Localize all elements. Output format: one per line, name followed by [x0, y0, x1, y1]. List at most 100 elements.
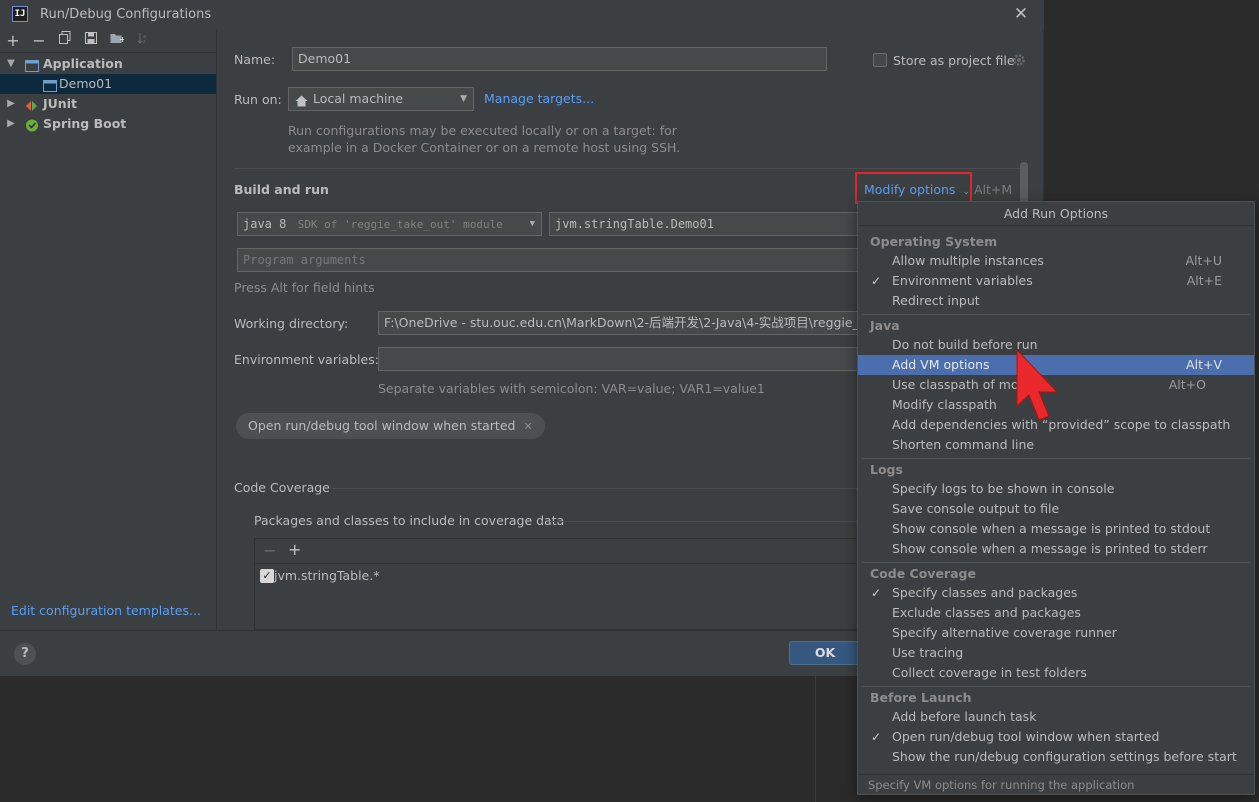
popup-footer-hint: Specify VM options for running the appli… [858, 774, 1254, 795]
option-exclude-classes-packages[interactable]: Exclude classes and packages [858, 603, 1254, 623]
mouse-cursor-icon [1016, 348, 1059, 421]
name-input[interactable]: Demo01 [292, 47, 827, 71]
chevron-right-icon[interactable]: ▶ [5, 94, 17, 114]
program-arguments-input[interactable]: Program arguments [237, 248, 859, 272]
option-add-before-launch-task[interactable]: Add before launch task [858, 707, 1254, 727]
ok-button[interactable]: OK [789, 641, 861, 665]
option-label: Allow multiple instances [892, 253, 1044, 268]
option-specify-classes-packages[interactable]: ✓ Specify classes and packages [858, 583, 1254, 603]
option-show-settings-before-start[interactable]: Show the run/debug configuration setting… [858, 747, 1254, 767]
option-label: Collect coverage in test folders [892, 665, 1087, 680]
option-label: Specify alternative coverage runner [892, 625, 1117, 640]
option-alternative-coverage-runner[interactable]: Specify alternative coverage runner [858, 623, 1254, 643]
config-tree-pane: + − + az ▼ Application Demo01 ▶ JUnit ▶ … [0, 30, 217, 630]
group-header-before-launch: Before Launch [870, 690, 972, 705]
chevron-right-icon[interactable]: ▶ [5, 114, 17, 134]
working-directory-label: Working directory: [234, 316, 349, 331]
chevron-down-icon[interactable]: ▼ [5, 54, 17, 74]
option-label: Open run/debug tool window when started [892, 729, 1160, 744]
option-shortcut: Alt+E [1186, 273, 1222, 288]
save-icon[interactable] [81, 31, 101, 51]
add-icon[interactable]: + [3, 31, 23, 51]
remove-icon[interactable]: − [263, 541, 276, 560]
option-open-tool-window[interactable]: ✓ Open run/debug tool window when starte… [858, 727, 1254, 747]
open-tool-window-chip[interactable]: Open run/debug tool window when started ✕ [236, 413, 545, 439]
checkmark-icon: ✓ [871, 274, 882, 288]
tree-item-demo01[interactable]: Demo01 [0, 74, 216, 94]
add-pattern-icon[interactable]: + [288, 540, 301, 559]
option-shortcut: Alt+V [1186, 357, 1222, 372]
coverage-patterns-panel: − + ✓ jvm.stringTable.* [254, 538, 875, 630]
main-class-input[interactable]: jvm.stringTable.Demo01 [549, 212, 859, 236]
group-header-java: Java [870, 318, 900, 333]
modify-options-link[interactable]: Modify options ⌄ [864, 182, 970, 197]
checkmark-icon: ✓ [871, 730, 882, 744]
modify-options-label: Modify options [864, 182, 956, 197]
option-show-console-stderr[interactable]: Show console when a message is printed t… [858, 539, 1254, 559]
dropdown-arrow-icon: ▼ [529, 219, 535, 229]
option-label: Save console output to file [892, 501, 1060, 516]
code-coverage-title: Code Coverage [234, 480, 330, 495]
run-on-hint-line1: Run configurations may be executed local… [288, 123, 677, 138]
jre-combo[interactable]: java 8 SDK of 'reggie_take_out' module ▼ [237, 212, 542, 236]
sort-icon[interactable]: az [133, 31, 153, 51]
option-environment-variables[interactable]: ✓ Environment variables Alt+E [858, 271, 1254, 291]
remove-chip-icon[interactable]: ✕ [523, 420, 532, 433]
popup-separator [862, 686, 1250, 687]
window-title: Run/Debug Configurations [40, 7, 212, 22]
coverage-item-label: jvm.stringTable.* [274, 568, 380, 583]
coverage-toolbar: − + [255, 539, 875, 564]
tree-item-application[interactable]: ▼ Application [0, 54, 216, 74]
class-config-icon [43, 78, 57, 92]
remove-icon[interactable]: − [29, 31, 49, 51]
option-shortcut: Alt+O [1168, 377, 1206, 392]
checkmark-icon: ✓ [871, 586, 882, 600]
coverage-subtitle: Packages and classes to include in cover… [254, 513, 565, 528]
copy-icon[interactable] [55, 31, 75, 51]
store-project-file-label: Store as project file [893, 53, 1015, 68]
option-label: Use classpath of mod [892, 377, 1027, 392]
group-header-operating-system: Operating System [870, 234, 998, 249]
option-shortcut: Alt+U [1185, 253, 1222, 268]
popup-separator [862, 562, 1250, 563]
coverage-item-checkbox[interactable]: ✓ [260, 569, 274, 583]
option-redirect-input[interactable]: Redirect input [858, 291, 1254, 311]
tree-item-label: JUnit [43, 96, 77, 111]
popup-separator [862, 314, 1250, 315]
gear-icon[interactable] [1012, 53, 1026, 70]
manage-targets-link[interactable]: Manage targets... [484, 91, 594, 106]
run-on-combo[interactable]: Local machine ▼ [288, 87, 474, 111]
environment-variables-hint: Separate variables with semicolon: VAR=v… [378, 381, 765, 396]
divider [234, 168, 1024, 169]
help-button[interactable]: ? [14, 643, 36, 665]
divider [332, 488, 862, 489]
option-use-tracing[interactable]: Use tracing [858, 643, 1254, 663]
new-folder-icon[interactable]: + [107, 31, 127, 51]
dropdown-arrow-icon: ▼ [460, 94, 467, 104]
option-save-console-output[interactable]: Save console output to file [858, 499, 1254, 519]
tree-item-label: Spring Boot [43, 116, 127, 131]
option-specify-logs[interactable]: Specify logs to be shown in console [858, 479, 1254, 499]
store-project-file-checkbox[interactable] [873, 53, 887, 67]
popup-title: Add Run Options [858, 202, 1254, 226]
option-label: Add before launch task [892, 709, 1037, 724]
modify-options-shortcut: Alt+M [974, 182, 1013, 197]
option-show-console-stdout[interactable]: Show console when a message is printed t… [858, 519, 1254, 539]
divider [550, 521, 862, 522]
tree-item-spring-boot[interactable]: ▶ Spring Boot [0, 114, 216, 134]
tree-item-label: Application [43, 56, 123, 71]
option-shorten-command-line[interactable]: Shorten command line [858, 435, 1254, 455]
option-allow-multiple-instances[interactable]: Allow multiple instances Alt+U [858, 251, 1254, 271]
option-label: Redirect input [892, 293, 980, 308]
close-icon[interactable]: ✕ [1010, 3, 1032, 25]
chevron-down-icon: ⌄ [962, 187, 970, 197]
tree-item-junit[interactable]: ▶ JUnit [0, 94, 216, 114]
junit-icon [25, 98, 38, 111]
edit-templates-link[interactable]: Edit configuration templates... [11, 603, 201, 618]
environment-variables-input[interactable] [378, 347, 859, 371]
tree-item-label: Demo01 [59, 76, 113, 91]
tree-toolbar: + − + az [0, 30, 216, 53]
option-collect-coverage-test-folders[interactable]: Collect coverage in test folders [858, 663, 1254, 683]
working-directory-input[interactable]: F:\OneDrive - stu.ouc.edu.cn\MarkDown\2-… [378, 311, 859, 335]
option-label: Use tracing [892, 645, 964, 660]
